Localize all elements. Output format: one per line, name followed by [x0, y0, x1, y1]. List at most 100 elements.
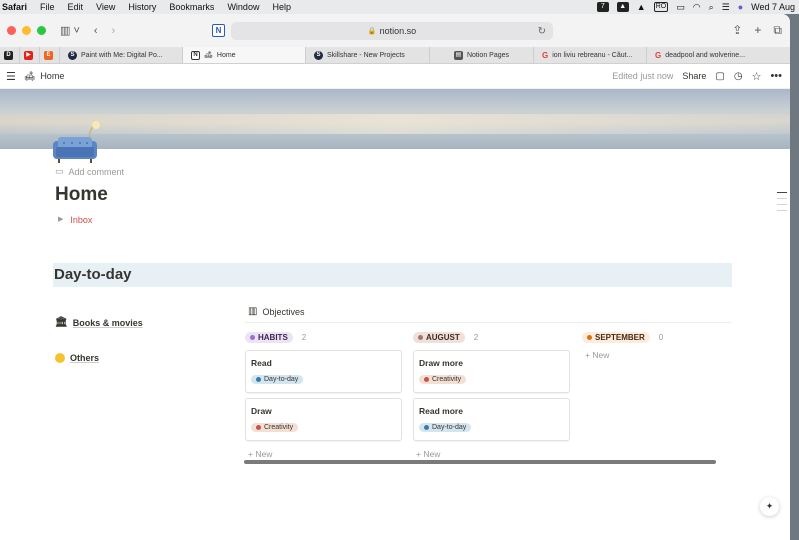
board-card[interactable]: Read Day-to-day — [245, 350, 402, 393]
siri-icon[interactable]: ● — [738, 2, 743, 12]
tab-skillshare[interactable]: S Skillshare - New Projects — [306, 47, 430, 63]
window-controls — [0, 26, 46, 35]
tab-google-deadpool[interactable]: G deadpool and wolverine... — [647, 47, 757, 63]
new-label: New — [423, 449, 441, 459]
lock-icon: 🔒 — [367, 28, 377, 35]
etsy-icon: E — [44, 50, 53, 60]
tab-paint-with-me[interactable]: S Paint with Me: Digital Po... — [60, 47, 183, 63]
breadcrumb[interactable]: 🛋 Home — [24, 71, 64, 82]
status-dot-icon — [587, 335, 592, 340]
tag-label: Day-to-day — [264, 376, 299, 383]
toolbar-actions: ⇪ + ⧉ — [732, 23, 782, 38]
share-button[interactable]: Share — [682, 71, 706, 81]
tag-dot-icon — [256, 425, 261, 430]
macos-menubar: Safari File Edit View History Bookmarks … — [0, 0, 799, 14]
sofa-icon: 🛋 — [204, 52, 213, 59]
menu-help[interactable]: Help — [272, 2, 291, 12]
page-title[interactable]: Home — [55, 184, 108, 206]
app-status-icon[interactable]: ▲ — [616, 2, 629, 12]
callout-heading[interactable]: Day-to-day — [53, 263, 732, 287]
skillshare-icon: S — [68, 50, 77, 60]
tab-notion-pages[interactable]: ▤ Notion Pages — [430, 47, 534, 63]
control-center-icon[interactable]: ☰ — [722, 2, 730, 13]
status-pill: SEPTEMBER — [582, 332, 650, 343]
board-column-habits: HABITS 2 Read Day-to-day Draw Creativity… — [245, 330, 403, 459]
cone-icon[interactable]: ▲ — [637, 2, 646, 12]
pinned-favicon-icon: D — [4, 50, 13, 60]
menu-edit[interactable]: Edit — [68, 2, 84, 12]
column-count: 2 — [473, 333, 479, 342]
calendar-badge-icon[interactable]: 7 — [596, 2, 609, 12]
add-card-button[interactable]: + New — [582, 350, 732, 360]
breadcrumb-label: Home — [40, 71, 65, 81]
tab-google-rebreanu[interactable]: G ion liviu rebreanu - Căut... — [534, 47, 647, 63]
board-title-label: Objectives — [262, 306, 305, 317]
menu-app[interactable]: Safari — [2, 2, 27, 12]
more-options-icon[interactable]: ••• — [770, 70, 782, 82]
plus-icon: + — [585, 350, 590, 360]
menu-history[interactable]: History — [128, 2, 156, 12]
forward-icon[interactable]: › — [112, 25, 116, 37]
youtube-icon: ▶ — [24, 50, 33, 60]
add-card-button[interactable]: + New — [413, 449, 571, 459]
link-books-movies[interactable]: 🏛 Books & movies — [55, 317, 143, 328]
zoom-window-button[interactable] — [37, 26, 46, 35]
back-icon[interactable]: ‹ — [94, 25, 98, 37]
toggle-triangle-icon[interactable]: ▶ — [58, 215, 63, 225]
board-view-title[interactable]: ▥ Objectives — [248, 306, 304, 317]
board-column-august: AUGUST 2 Draw more Creativity Read more … — [413, 330, 571, 459]
new-tab-icon[interactable]: + — [754, 23, 761, 38]
board-card[interactable]: Read more Day-to-day — [413, 398, 570, 441]
minimize-window-button[interactable] — [22, 26, 31, 35]
column-header[interactable]: SEPTEMBER 0 — [582, 330, 732, 345]
inbox-toggle[interactable]: ▶ Inbox — [58, 215, 92, 225]
board-card[interactable]: Draw Creativity — [245, 398, 402, 441]
updates-clock-icon[interactable]: ◷ — [734, 71, 743, 82]
tab-home[interactable]: N 🛋 Home — [183, 47, 306, 63]
input-source-badge[interactable]: RO — [653, 2, 669, 12]
column-header[interactable]: AUGUST 2 — [413, 330, 571, 345]
desktop-edge — [790, 60, 799, 220]
comments-icon[interactable]: ▢ — [715, 71, 724, 82]
share-icon[interactable]: ⇪ — [732, 23, 742, 38]
menu-file[interactable]: File — [40, 2, 55, 12]
google-icon: G — [655, 50, 662, 60]
favorite-star-icon[interactable]: ☆ — [752, 70, 762, 83]
battery-icon[interactable]: ▭ — [676, 2, 685, 13]
add-comment-label: Add comment — [68, 166, 125, 177]
sofa-page-icon[interactable] — [52, 121, 102, 169]
notion-ai-sparkle-button[interactable]: ✦ — [760, 497, 779, 516]
menubar-clock[interactable]: Wed 7 Aug — [751, 2, 795, 12]
sidebar-toggle-icon[interactable]: ▥ ˅ — [60, 24, 80, 37]
board-divider — [245, 322, 731, 323]
address-bar[interactable]: 🔒 notion.so ↻ — [231, 22, 553, 40]
card-tag: Day-to-day — [251, 375, 304, 384]
board-horizontal-scrollbar[interactable] — [244, 460, 716, 464]
card-title: Read more — [419, 406, 463, 416]
reload-icon[interactable]: ↻ — [538, 26, 546, 37]
pinned-tab-youtube[interactable]: ▶ — [20, 47, 40, 63]
pinned-tab-1[interactable]: D — [0, 47, 20, 63]
spotlight-icon[interactable]: ⌕ — [709, 2, 714, 13]
board-card[interactable]: Draw more Creativity — [413, 350, 570, 393]
pinned-tab-etsy[interactable]: E — [40, 47, 60, 63]
column-header[interactable]: HABITS 2 — [245, 330, 403, 345]
sparkle-icon: ✦ — [765, 501, 774, 511]
board-column-september: SEPTEMBER 0 + New — [582, 330, 732, 360]
wifi-icon[interactable]: ◠ — [693, 2, 701, 13]
table-of-contents-rail[interactable] — [777, 192, 787, 211]
tab-label: Paint with Me: Digital Po... — [81, 51, 163, 59]
tab-overview-icon[interactable]: ⧉ — [773, 23, 782, 38]
add-comment-button[interactable]: ▭ Add comment — [55, 166, 124, 177]
card-tag: Day-to-day — [419, 423, 472, 432]
link-others[interactable]: Others — [55, 353, 99, 363]
menu-bookmarks[interactable]: Bookmarks — [169, 2, 214, 12]
tag-dot-icon — [424, 425, 429, 430]
menu-view[interactable]: View — [96, 2, 115, 12]
add-card-button[interactable]: + New — [245, 449, 403, 459]
status-label: HABITS — [258, 333, 288, 342]
menu-icon[interactable]: ☰ — [6, 70, 16, 83]
menu-window[interactable]: Window — [227, 2, 259, 12]
notion-site-icon: N — [212, 24, 225, 37]
close-window-button[interactable] — [7, 26, 16, 35]
